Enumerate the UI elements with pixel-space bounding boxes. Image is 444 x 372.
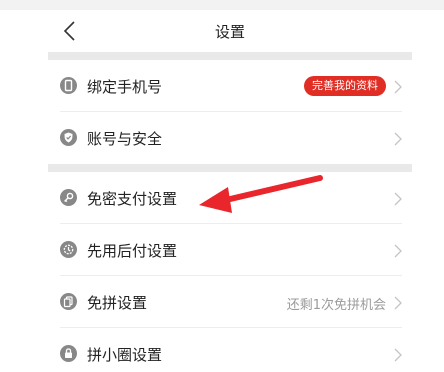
row-pinxiaoquan[interactable]: 拼小圈设置 [48, 328, 412, 372]
row-bind-phone[interactable]: 绑定手机号 完善我的资料 [48, 60, 412, 112]
key-icon [60, 189, 77, 206]
row-label: 拼小圈设置 [87, 346, 163, 364]
chevron-right-icon [394, 131, 402, 146]
chevron-right-icon [394, 295, 402, 310]
phone-icon [60, 77, 77, 94]
chevron-right-icon [394, 79, 402, 94]
top-strip [0, 0, 444, 10]
chevron-right-icon [394, 243, 402, 258]
row-label: 免拼设置 [87, 294, 148, 312]
row-label: 免密支付设置 [87, 190, 178, 208]
row-pay-later[interactable]: 先用后付设置 [48, 224, 412, 276]
row-account-security[interactable]: 账号与安全 [48, 112, 412, 164]
row-password-free-pay[interactable]: 免密支付设置 [48, 172, 412, 224]
complete-profile-badge[interactable]: 完善我的资料 [304, 76, 386, 96]
nav-header: 设置 [48, 10, 412, 52]
section-divider [48, 164, 412, 172]
row-group-free[interactable]: 免拼设置 还剩1次免拼机会 [48, 276, 412, 328]
pay-later-icon [60, 241, 77, 258]
section-divider [48, 52, 412, 60]
chevron-right-icon [394, 191, 402, 206]
row-label: 先用后付设置 [87, 242, 178, 260]
lock-icon [60, 345, 77, 362]
row-label: 账号与安全 [87, 130, 163, 148]
shield-icon [60, 129, 77, 146]
group-buy-icon [60, 293, 77, 310]
chevron-right-icon [394, 347, 402, 362]
page-title: 设置 [214, 23, 245, 41]
row-label: 绑定手机号 [87, 78, 163, 96]
remaining-count-hint: 还剩1次免拼机会 [286, 298, 386, 313]
